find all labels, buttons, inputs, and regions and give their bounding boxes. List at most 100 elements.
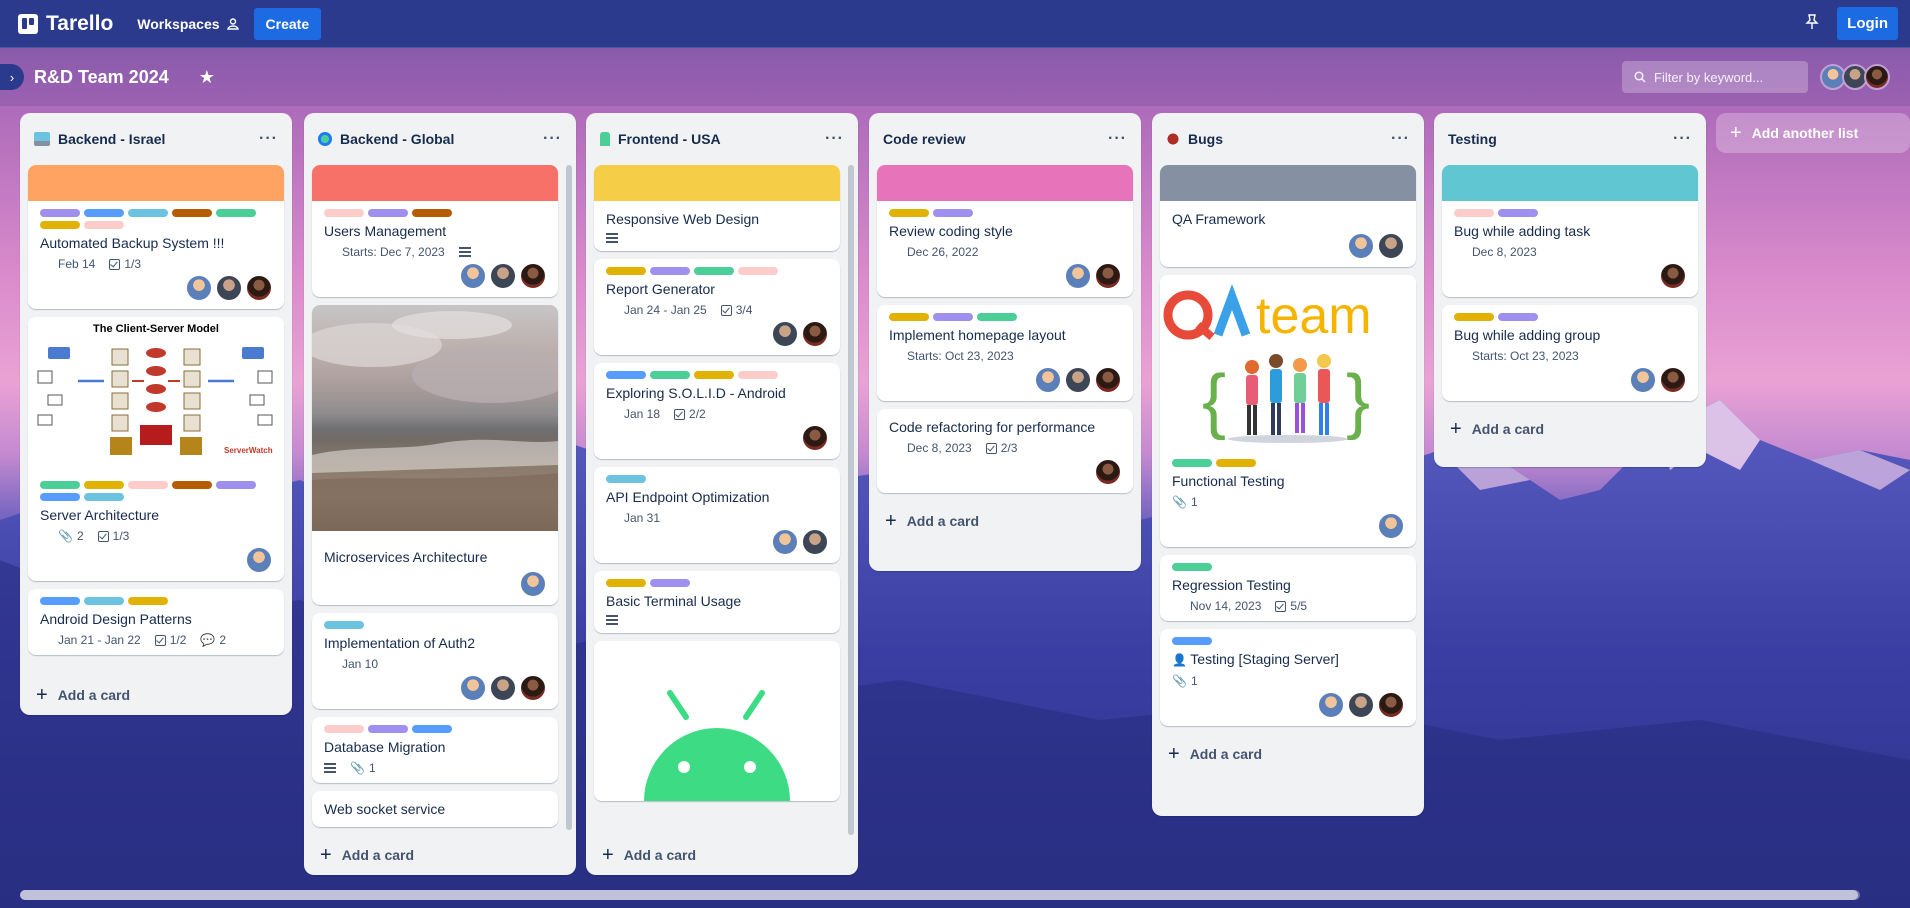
list-header[interactable]: Backend - Global ··· — [304, 113, 576, 165]
filter-input[interactable]: Filter by keyword... — [1622, 61, 1808, 93]
avatar[interactable] — [1378, 233, 1404, 259]
list-backend-global[interactable]: Backend - Global ··· Users Management St… — [304, 113, 576, 875]
list-menu-icon[interactable]: ··· — [1391, 130, 1410, 148]
avatar[interactable] — [1660, 263, 1686, 289]
board-title[interactable]: R&D Team 2024 — [34, 67, 169, 88]
avatar[interactable] — [1065, 263, 1091, 289]
list-header[interactable]: Bugs ··· — [1152, 113, 1424, 165]
list-header[interactable]: Code review ··· — [869, 113, 1141, 165]
card[interactable]: team { } Functional Testing 📎 1 — [1160, 275, 1416, 547]
avatar[interactable] — [1378, 692, 1404, 718]
card[interactable]: Android Design Patterns Jan 21 - Jan 22 … — [28, 589, 284, 655]
avatar[interactable] — [1035, 367, 1061, 393]
avatar[interactable] — [1095, 263, 1121, 289]
avatar[interactable] — [802, 321, 828, 347]
avatar[interactable] — [802, 425, 828, 451]
avatar[interactable] — [1095, 459, 1121, 485]
card[interactable]: Report Generator Jan 24 - Jan 25 3/4 — [594, 259, 840, 355]
card[interactable]: Users Management Starts: Dec 7, 2023 — [312, 165, 558, 297]
add-card-button[interactable]: + Add a card — [869, 501, 1141, 541]
card[interactable]: Database Migration 📎 1 — [312, 717, 558, 783]
list-menu-icon[interactable]: ··· — [1673, 130, 1692, 148]
avatar[interactable] — [520, 675, 546, 701]
list-code-review[interactable]: Code review ··· Review coding style Dec … — [869, 113, 1141, 571]
card[interactable]: Implementation of Auth2 Jan 10 — [312, 613, 558, 709]
list-header[interactable]: Frontend - USA ··· — [586, 113, 858, 165]
add-card-button[interactable]: + Add a card — [586, 835, 858, 875]
avatar[interactable] — [1348, 692, 1374, 718]
list-menu-icon[interactable]: ··· — [543, 130, 562, 148]
list-backend-israel[interactable]: Backend - Israel ··· Automated Backup Sy… — [20, 113, 292, 715]
list-menu-icon[interactable]: ··· — [259, 130, 278, 148]
avatar[interactable] — [802, 529, 828, 555]
add-another-list-button[interactable]: + Add another list — [1716, 113, 1910, 153]
list-bugs[interactable]: Bugs ··· QA Framework team {} Functiona… — [1152, 113, 1424, 816]
list-title[interactable]: Backend - Israel — [58, 131, 165, 147]
avatar[interactable] — [460, 263, 486, 289]
avatar[interactable] — [490, 263, 516, 289]
scrollbar-thumb[interactable] — [20, 890, 1858, 900]
avatar[interactable] — [1630, 367, 1656, 393]
workspaces-menu[interactable]: Workspaces — [137, 16, 239, 32]
avatar[interactable] — [1065, 367, 1091, 393]
avatar[interactable] — [216, 275, 242, 301]
add-card-button[interactable]: + Add a card — [304, 835, 576, 875]
login-button[interactable]: Login — [1837, 7, 1898, 40]
avatar[interactable] — [490, 675, 516, 701]
avatar[interactable] — [772, 321, 798, 347]
avatar[interactable] — [1864, 64, 1890, 90]
add-card-button[interactable]: + Add a card — [20, 675, 292, 715]
avatar[interactable] — [1348, 233, 1374, 259]
card[interactable]: Regression Testing Nov 14, 2023 5/5 — [1160, 555, 1416, 621]
card[interactable]: Exploring S.O.L.I.D - Android Jan 18 2/2 — [594, 363, 840, 459]
list-menu-icon[interactable]: ··· — [1108, 130, 1127, 148]
list-title[interactable]: Code review — [883, 131, 965, 147]
card[interactable]: The Client-Server Model ServerWatch Serv… — [28, 317, 284, 581]
card[interactable]: Microservices Architecture — [312, 305, 558, 605]
card[interactable]: Web socket service — [312, 791, 558, 827]
avatar[interactable] — [520, 571, 546, 597]
star-icon[interactable]: ★ — [199, 67, 215, 88]
list-frontend-usa[interactable]: Frontend - USA ··· Responsive Web Design… — [586, 113, 858, 875]
list-title[interactable]: Testing — [1448, 131, 1497, 147]
app-logo[interactable]: Tarello — [18, 12, 113, 36]
card[interactable] — [594, 641, 840, 801]
card[interactable]: Responsive Web Design — [594, 165, 840, 251]
card[interactable]: Basic Terminal Usage — [594, 571, 840, 633]
pin-icon[interactable] — [1805, 13, 1819, 34]
list-menu-icon[interactable]: ··· — [825, 130, 844, 148]
list-title[interactable]: Backend - Global — [340, 131, 454, 147]
card[interactable]: QA Framework — [1160, 165, 1416, 267]
card[interactable]: Review coding style Dec 26, 2022 — [877, 165, 1133, 297]
card[interactable]: Automated Backup System !!! Feb 14 1/3 — [28, 165, 284, 309]
avatar[interactable] — [246, 547, 272, 573]
avatar[interactable] — [772, 529, 798, 555]
add-card-button[interactable]: + Add a card — [1152, 734, 1424, 774]
avatar[interactable] — [1660, 367, 1686, 393]
add-card-button[interactable]: + Add a card — [1434, 409, 1706, 449]
list-header[interactable]: Testing ··· — [1434, 113, 1706, 165]
list-header[interactable]: Backend - Israel ··· — [20, 113, 292, 165]
list-testing[interactable]: Testing ··· Bug while adding task Dec 8,… — [1434, 113, 1706, 467]
list-scrollbar[interactable] — [848, 165, 854, 835]
list-scrollbar[interactable] — [566, 165, 572, 830]
avatar[interactable] — [186, 275, 212, 301]
card[interactable]: Code refactoring for performance Dec 8, … — [877, 409, 1133, 493]
card[interactable]: 👤 Testing [Staging Server] 📎 1 — [1160, 629, 1416, 726]
card[interactable]: Bug while adding group Starts: Oct 23, 2… — [1442, 305, 1698, 401]
avatar[interactable] — [460, 675, 486, 701]
avatar[interactable] — [520, 263, 546, 289]
app-name: Tarello — [46, 11, 114, 35]
horizontal-scrollbar[interactable] — [20, 890, 1860, 900]
sidebar-expand-chevron-icon[interactable]: › — [0, 64, 24, 90]
create-button[interactable]: Create — [253, 7, 322, 40]
avatar[interactable] — [1378, 513, 1404, 539]
card[interactable]: Bug while adding task Dec 8, 2023 — [1442, 165, 1698, 297]
list-title[interactable]: Frontend - USA — [618, 131, 721, 147]
list-title[interactable]: Bugs — [1188, 131, 1223, 147]
avatar[interactable] — [246, 275, 272, 301]
avatar[interactable] — [1318, 692, 1344, 718]
card[interactable]: Implement homepage layout Starts: Oct 23… — [877, 305, 1133, 401]
card[interactable]: API Endpoint Optimization Jan 31 — [594, 467, 840, 563]
avatar[interactable] — [1095, 367, 1121, 393]
